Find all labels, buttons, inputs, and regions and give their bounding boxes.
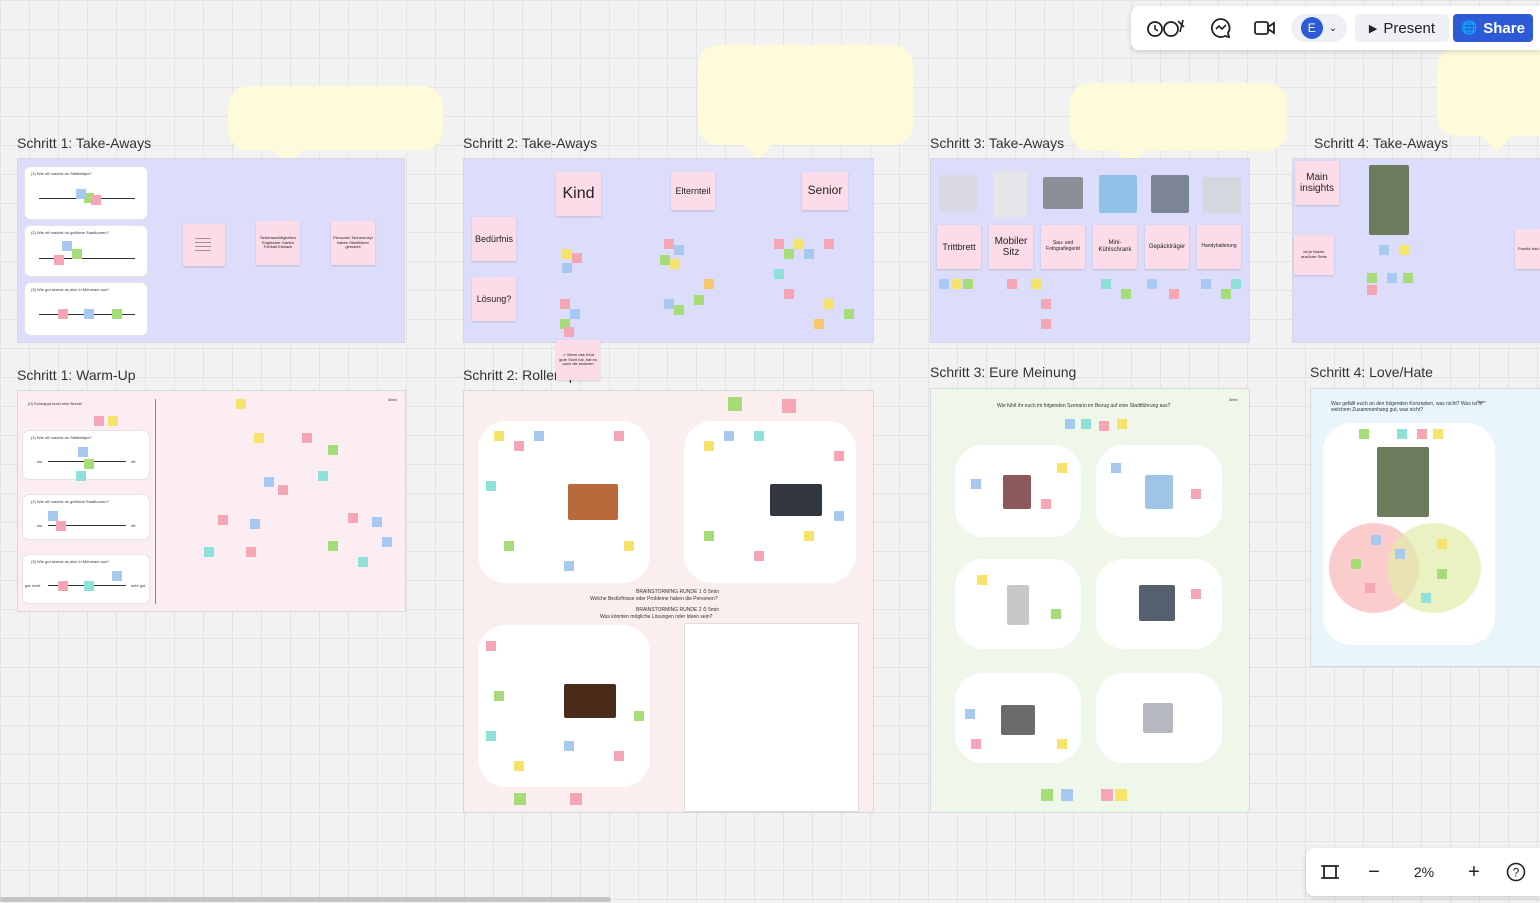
scenario-photo-3 xyxy=(1007,585,1029,625)
fit-to-screen-icon[interactable] xyxy=(1318,858,1342,886)
frame-title-s1-takeaways[interactable]: Schritt 1: Take-Aways xyxy=(17,135,151,151)
avatar: E xyxy=(1300,17,1323,39)
sticky-loesung[interactable]: Lösung? xyxy=(472,277,516,321)
persona-photo-1 xyxy=(568,484,618,520)
image-fridge[interactable] xyxy=(1099,175,1137,213)
frame-title-s2-takeaways[interactable]: Schritt 2: Take-Aways xyxy=(463,135,597,151)
sticky-senior[interactable]: Senior xyxy=(802,172,848,210)
frame-title-s1-warmup[interactable]: Schritt 1: Warm-Up xyxy=(17,367,136,383)
brainstorm-round-1: BRAINSTORMING RUNDE 1 ⏱ 5min xyxy=(636,589,719,595)
speech-bubble-1[interactable] xyxy=(228,86,443,166)
zoom-out-button[interactable]: − xyxy=(1362,858,1386,886)
meinung-question: Wie fühlt ihr euch im folgenden Szenario… xyxy=(997,403,1171,409)
concept-photo xyxy=(1377,447,1429,517)
speech-bubble-2[interactable] xyxy=(698,45,913,161)
frame-s1-warmup[interactable]: (0) Schnappt euch eine Brezel 3min (1) W… xyxy=(17,390,406,612)
scenario-photo-2 xyxy=(1145,475,1173,509)
sticky-note-below[interactable]: -> Wenn das Kind gute Sicht hat, hat es … xyxy=(556,340,600,380)
frame-s4-lovehate[interactable]: Was gefällt euch an den folgenden Konzep… xyxy=(1310,388,1540,667)
question-card-2: (2) Wie oft machst du geführte Stadttour… xyxy=(25,226,147,276)
frame-s2-rollenspiel[interactable]: BRAINSTORMING RUNDE 1 ⏱ 5min Welche Bedü… xyxy=(463,390,874,813)
play-icon: ▶ xyxy=(1368,22,1378,35)
frame-s1-takeaways[interactable]: (1) Wie oft machst du Städtetrips? (2) W… xyxy=(17,158,405,343)
persona-photo-2 xyxy=(770,484,822,516)
chevron-down-icon: ⌄ xyxy=(1328,22,1338,34)
scenario-photo-6 xyxy=(1143,703,1173,733)
sticky-trittbrett[interactable]: Trittbrett xyxy=(937,225,981,269)
sticky-main-insights[interactable]: Main insights xyxy=(1295,161,1339,205)
timer: 3min xyxy=(388,397,397,402)
timer-icon xyxy=(1147,19,1185,37)
brainstorm-round-2: BRAINSTORMING RUNDE 2 ⏱ 5min xyxy=(636,607,719,613)
scenario-photo-4 xyxy=(1139,585,1175,621)
sticky-note[interactable] xyxy=(183,224,225,266)
image-luggage[interactable] xyxy=(1151,175,1189,213)
image-camera[interactable] xyxy=(1043,177,1083,209)
empty-area[interactable] xyxy=(684,623,859,812)
present-label: Present xyxy=(1383,19,1436,37)
timer: 3min xyxy=(1229,397,1238,402)
sticky-note[interactable]: Handyhalterung xyxy=(1197,225,1241,269)
zoom-level[interactable]: 2% xyxy=(1402,858,1446,886)
warmup-card-2: (2) Wie oft machst du geführte Stadttour… xyxy=(23,495,149,539)
warmup-question-0: (0) Schnappt euch eine Brezel xyxy=(28,401,82,406)
scenario-photo-1 xyxy=(1003,475,1031,509)
video-icon[interactable] xyxy=(1251,14,1279,42)
chat-icon[interactable] xyxy=(1207,14,1235,42)
frame-s3-takeaways[interactable]: Trittbrett Mobiler Sitz Sau- und Fotogra… xyxy=(930,158,1250,343)
sticky-note[interactable]: Personen Tschernobyl haben Stadtführer g… xyxy=(331,221,375,265)
sticky-note[interactable]: Positiv/ das Design xyxy=(1515,229,1540,269)
frame-title-s4-takeaways[interactable]: Schritt 4: Take-Aways xyxy=(1314,135,1448,151)
timer: 3min xyxy=(1477,399,1486,404)
horizontal-scrollbar[interactable] xyxy=(0,897,611,902)
sticky-note[interactable]: Sehenswürdigkeiten Englischer Garten Fuß… xyxy=(256,221,300,265)
persona-card-1[interactable] xyxy=(478,421,650,583)
image-stroller[interactable] xyxy=(939,175,977,213)
image-holder[interactable] xyxy=(1203,177,1241,213)
present-button[interactable]: ▶ Present xyxy=(1355,14,1449,42)
frame-s3-meinung[interactable]: Wie fühlt ihr euch im folgenden Szenario… xyxy=(930,388,1250,813)
sticky-note[interactable]: Mini-Kühlschrank xyxy=(1093,225,1137,269)
question-text: (1) Wie oft machst du Städtetrips? xyxy=(31,171,92,176)
globe-icon: 🌐 xyxy=(1461,20,1478,35)
frame-s2-takeaways[interactable]: Kind Elternteil Senior Bedürfnis Lösung? xyxy=(463,158,874,343)
frame-title-s3-takeaways[interactable]: Schritt 3: Take-Aways xyxy=(930,135,1064,151)
love-circle[interactable] xyxy=(1387,523,1481,613)
question-text: (2) Wie oft machst du geführte Stadttour… xyxy=(31,230,109,235)
speech-bubble-4[interactable] xyxy=(1437,48,1540,152)
sticky-note[interactable]: Ist ja Nutzer aus/ihrer Seite xyxy=(1294,235,1334,275)
top-toolbar: E ⌄ ▶ Present 🌐 Share xyxy=(1131,6,1540,50)
scenario-photo-5 xyxy=(1001,705,1035,735)
lovehate-question: Was gefällt euch an den folgenden Konzep… xyxy=(1331,401,1483,413)
brainstorm-question-1: Welche Bedürfnisse oder Probleme haben d… xyxy=(590,596,718,602)
sticky-beduerfnis[interactable]: Bedürfnis xyxy=(472,217,516,261)
sticky-kind[interactable]: Kind xyxy=(556,172,601,216)
image-seat[interactable] xyxy=(993,171,1027,217)
frame-title-s3-meinung[interactable]: Schritt 3: Eure Meinung xyxy=(930,364,1076,380)
reactions-icon[interactable] xyxy=(1143,14,1191,42)
frame-s4-takeaways[interactable]: Main insights Ist ja Nutzer aus/ihrer Se… xyxy=(1292,158,1540,343)
zoom-in-button[interactable]: + xyxy=(1462,858,1486,886)
sticky-mobiler-sitz[interactable]: Mobiler Sitz xyxy=(989,225,1033,269)
zoom-controls: − 2% + ? xyxy=(1306,848,1540,896)
warmup-card-3: (3) Wie gut kennst du dich in München au… xyxy=(23,555,149,603)
sticky-note[interactable]: Gepäckträger xyxy=(1145,225,1189,269)
share-label: Share xyxy=(1483,19,1525,37)
user-menu[interactable]: E ⌄ xyxy=(1291,14,1347,42)
svg-text:?: ? xyxy=(1513,866,1520,880)
sticky-note[interactable]: Sau- und Fotografiegerät xyxy=(1041,225,1085,269)
brainstorm-question-2: Was könnten mögliche Lösungen oder Ideen… xyxy=(600,614,713,620)
share-button[interactable]: 🌐 Share xyxy=(1453,14,1533,42)
speech-bubble-3[interactable] xyxy=(1070,83,1287,167)
help-icon[interactable]: ? xyxy=(1504,858,1528,886)
sticky-elternteil[interactable]: Elternteil xyxy=(671,172,715,210)
persona-photo-3 xyxy=(564,684,616,718)
image-vehicle[interactable] xyxy=(1369,165,1409,235)
frame-title-s4-lovehate[interactable]: Schritt 4: Love/Hate xyxy=(1310,364,1433,380)
question-text: (3) Wie gut kennst du dich in München au… xyxy=(31,287,110,292)
